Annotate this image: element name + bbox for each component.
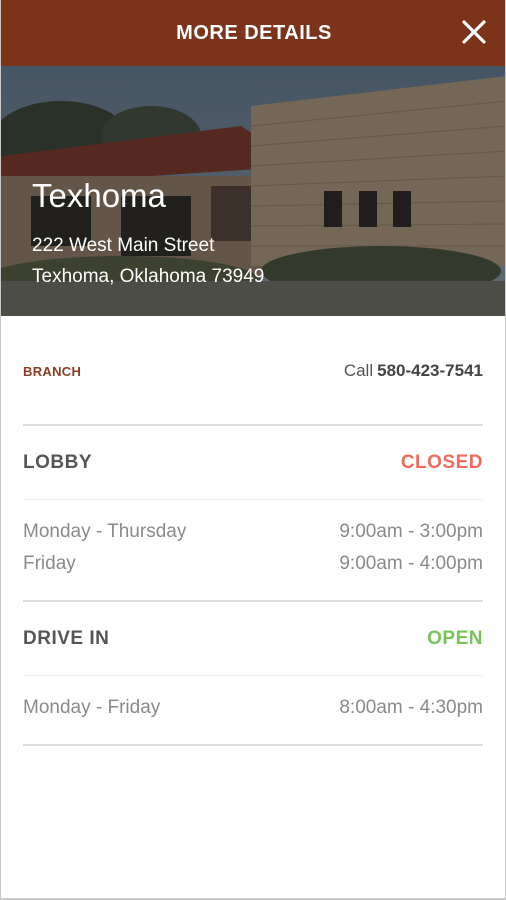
branch-info: Texhoma 222 West Main Street Texhoma, Ok…: [32, 176, 264, 292]
lobby-hours: Monday - Thursday 9:00am - 3:00pm Friday…: [23, 500, 483, 602]
address-line-2: Texhoma, Oklahoma 73949: [32, 266, 265, 287]
hours-days: Monday - Friday: [23, 697, 161, 718]
lobby-header: LOBBY CLOSED: [23, 426, 483, 500]
drive-in-header: DRIVE IN OPEN: [23, 602, 483, 676]
hours-days: Friday: [23, 553, 76, 574]
hours-time: 8:00am - 4:30pm: [339, 697, 483, 718]
lobby-status-badge: CLOSED: [400, 451, 483, 473]
branch-row: BRANCH Call 580-423-7541: [23, 316, 483, 426]
address-line-1: 222 West Main Street: [32, 235, 215, 256]
details-content: BRANCH Call 580-423-7541 LOBBY CLOSED Mon…: [23, 316, 483, 746]
close-button[interactable]: [459, 17, 489, 47]
hours-time: 9:00am - 3:00pm: [339, 521, 483, 542]
header-bar: MORE DETAILS: [1, 0, 505, 66]
close-icon: [462, 20, 486, 44]
hours-days: Monday - Thursday: [23, 521, 187, 542]
branch-name: Texhoma: [32, 177, 166, 214]
hours-time: 9:00am - 4:00pm: [339, 553, 483, 574]
phone-number: 580-423-7541: [377, 361, 483, 380]
details-panel: MORE DETAILS Texhoma 222 West Main Stree…: [0, 0, 506, 900]
branch-photo: Texhoma 222 West Main Street Texhoma, Ok…: [1, 66, 505, 316]
drive-in-status-badge: OPEN: [427, 627, 483, 649]
hours-row: Monday - Thursday 9:00am - 3:00pm: [23, 516, 483, 548]
lobby-title: LOBBY: [23, 451, 92, 473]
drive-in-hours: Monday - Friday 8:00am - 4:30pm: [23, 676, 483, 746]
drive-in-title: DRIVE IN: [23, 627, 110, 649]
branch-label: BRANCH: [23, 363, 82, 379]
call-prefix: Call: [343, 361, 374, 380]
hours-row: Monday - Friday 8:00am - 4:30pm: [23, 692, 483, 724]
call-link[interactable]: Call 580-423-7541: [344, 361, 483, 381]
hours-row: Friday 9:00am - 4:00pm: [23, 548, 483, 580]
page-title: MORE DETAILS: [176, 21, 332, 44]
